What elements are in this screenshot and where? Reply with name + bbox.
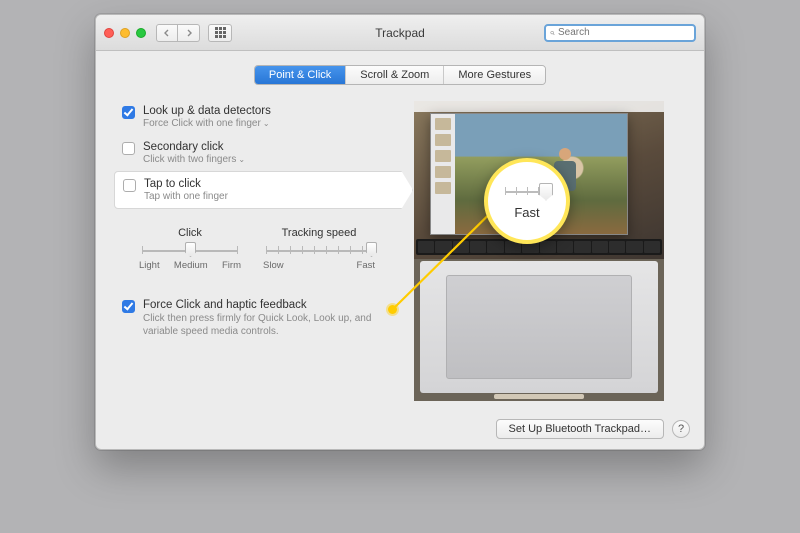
slider-tick-label: Slow	[263, 260, 284, 271]
preview-laptop	[420, 261, 658, 393]
option-subtitle[interactable]: Force Click with one finger⌄	[143, 118, 271, 129]
option-subtitle: Click then press firmly for Quick Look, …	[143, 312, 392, 338]
tracking-speed-slider[interactable]	[266, 243, 372, 257]
slider-thumb[interactable]	[185, 242, 196, 257]
show-all-button[interactable]	[208, 24, 232, 42]
option-force-click[interactable]: Force Click and haptic feedback Click th…	[114, 299, 400, 338]
slider-tick-label: Fast	[357, 260, 375, 271]
checkbox-tap-to-click[interactable]	[123, 179, 136, 192]
checkbox-force-click[interactable]	[122, 300, 135, 313]
slider-tick-label: Medium	[174, 260, 208, 271]
chevron-down-icon: ⌄	[263, 119, 270, 128]
grid-icon	[215, 27, 226, 38]
option-title: Force Click and haptic feedback	[143, 299, 392, 311]
back-button[interactable]	[156, 24, 178, 42]
search-icon	[550, 28, 555, 38]
chevron-down-icon: ⌄	[238, 155, 245, 164]
preview-trackpad	[446, 275, 632, 379]
callout-label: Fast	[514, 205, 539, 220]
close-icon[interactable]	[104, 28, 114, 38]
slider-tick-label: Light	[139, 260, 160, 271]
annotation-dot	[388, 305, 397, 314]
search-field[interactable]	[544, 24, 696, 42]
option-title: Tap to click	[144, 178, 228, 190]
bluetooth-trackpad-button[interactable]: Set Up Bluetooth Trackpad…	[496, 419, 664, 439]
click-slider[interactable]	[142, 243, 238, 257]
click-slider-group: Click Light Medium Firm	[139, 227, 241, 271]
search-input[interactable]	[558, 27, 690, 38]
callout-slider-thumb	[539, 183, 553, 201]
option-secondary-click[interactable]: Secondary click Click with two fingers⌄	[114, 135, 400, 171]
minimize-icon[interactable]	[120, 28, 130, 38]
option-title: Secondary click	[143, 141, 245, 153]
tracking-slider-group: Tracking speed Slow Fast	[263, 227, 375, 271]
option-subtitle[interactable]: Click with two fingers⌄	[143, 154, 245, 165]
tab-bar: Point & Click Scroll & Zoom More Gesture…	[96, 65, 704, 85]
option-title: Look up & data detectors	[143, 105, 271, 117]
checkbox-secondary-click[interactable]	[122, 142, 135, 155]
option-lookup[interactable]: Look up & data detectors Force Click wit…	[114, 99, 400, 135]
option-subtitle: Tap with one finger	[144, 191, 228, 202]
window-controls	[104, 28, 146, 38]
tab-scroll-and-zoom[interactable]: Scroll & Zoom	[345, 66, 443, 84]
titlebar: Trackpad	[96, 15, 704, 51]
callout-slider	[505, 183, 549, 199]
gesture-preview	[414, 101, 664, 401]
option-tap-to-click[interactable]: Tap to click Tap with one finger	[114, 171, 400, 209]
tab-point-and-click[interactable]: Point & Click	[255, 66, 345, 84]
slider-label: Tracking speed	[282, 227, 357, 239]
options-panel: Look up & data detectors Force Click wit…	[114, 93, 400, 401]
slider-tick-label: Firm	[222, 260, 241, 271]
annotation-callout: Fast	[484, 158, 570, 244]
footer: Set Up Bluetooth Trackpad… ?	[496, 419, 690, 439]
slider-thumb[interactable]	[366, 242, 377, 257]
window-title: Trackpad	[375, 26, 425, 40]
forward-button[interactable]	[178, 24, 200, 42]
nav-buttons	[156, 24, 200, 42]
tab-more-gestures[interactable]: More Gestures	[443, 66, 545, 84]
checkbox-lookup[interactable]	[122, 106, 135, 119]
slider-label: Click	[178, 227, 202, 239]
zoom-icon[interactable]	[136, 28, 146, 38]
help-button[interactable]: ?	[672, 420, 690, 438]
trackpad-preferences-window: Trackpad Point & Click Scroll & Zoom Mor…	[95, 14, 705, 450]
